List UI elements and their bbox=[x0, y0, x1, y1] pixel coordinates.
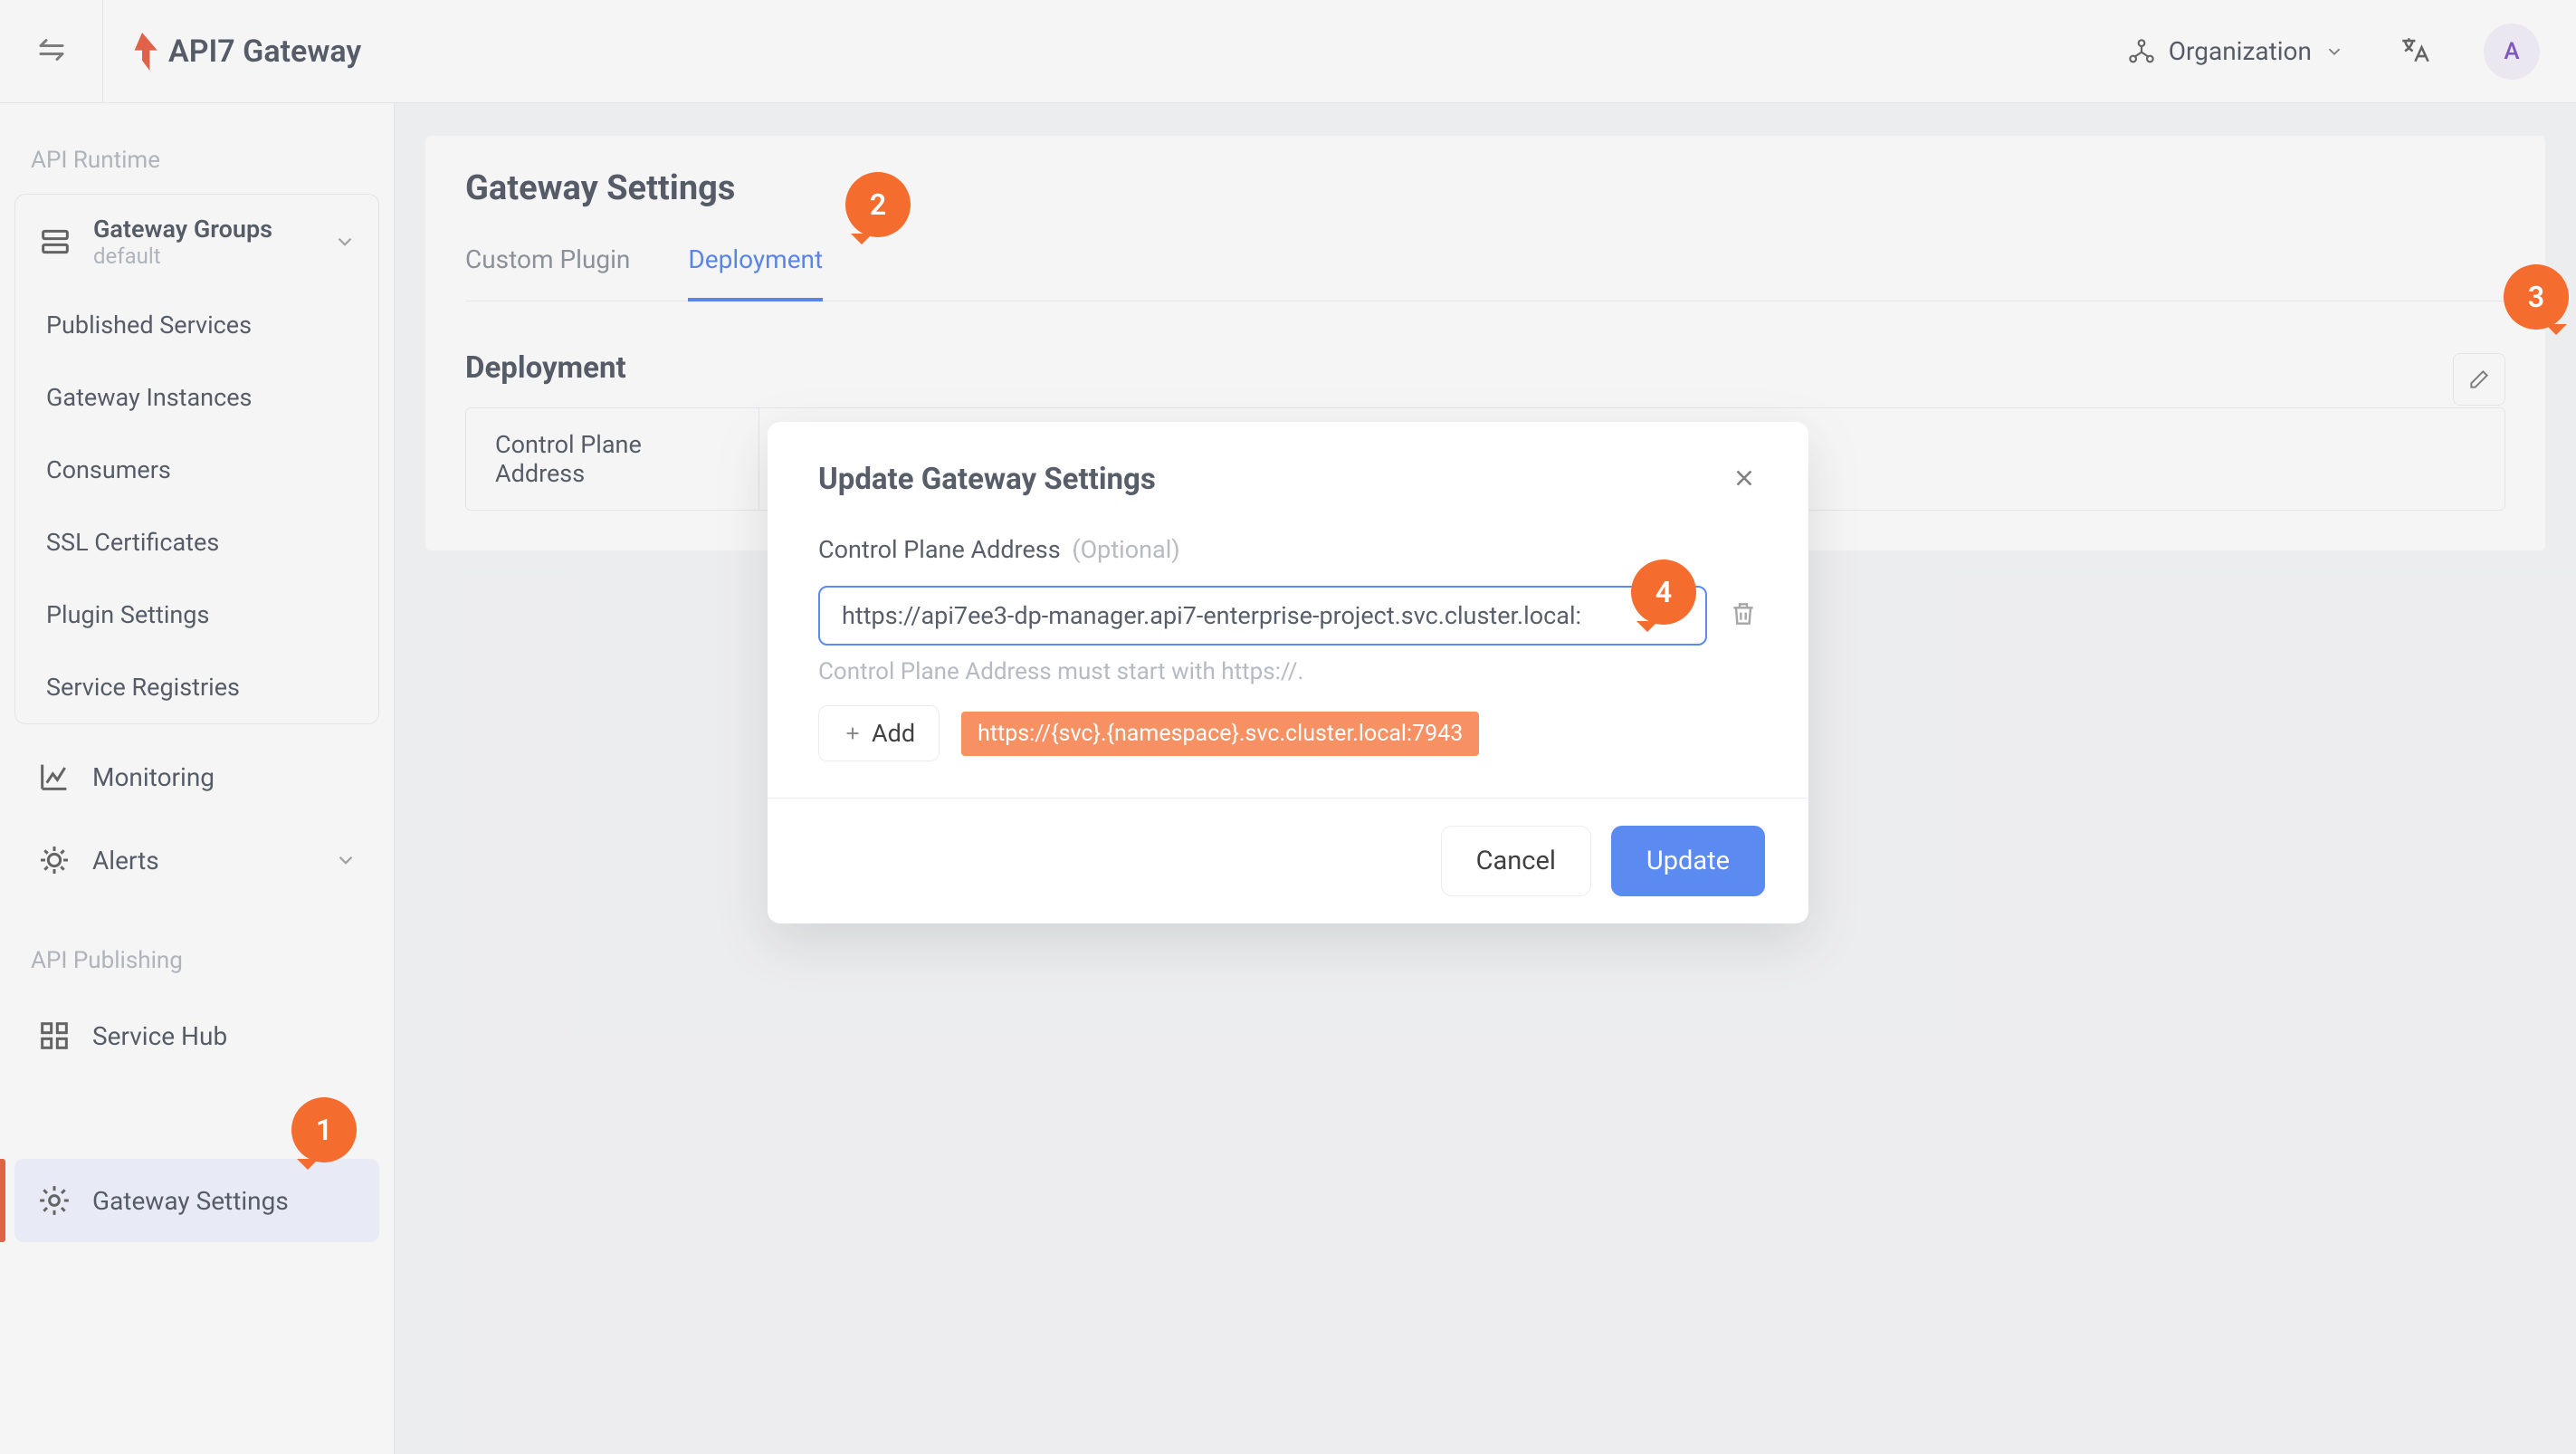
modal-overlay[interactable]: Update Gateway Settings Control Plane Ad… bbox=[0, 0, 2576, 1454]
annotation-bubble-2: 2 bbox=[845, 172, 911, 237]
control-plane-address-input[interactable] bbox=[818, 586, 1707, 646]
annotation-bubble-4: 4 bbox=[1631, 560, 1696, 625]
trash-icon bbox=[1729, 599, 1758, 628]
update-gateway-settings-modal: Update Gateway Settings Control Plane Ad… bbox=[768, 422, 1808, 923]
cancel-button[interactable]: Cancel bbox=[1441, 826, 1591, 896]
modal-title: Update Gateway Settings bbox=[818, 462, 1156, 497]
annotation-bubble-1: 1 bbox=[291, 1097, 357, 1162]
plus-icon bbox=[843, 723, 863, 743]
address-template-chip: https://{svc}.{namespace}.svc.cluster.lo… bbox=[961, 712, 1479, 756]
add-label: Add bbox=[872, 719, 915, 748]
field-label: Control Plane Address (Optional) bbox=[818, 535, 1758, 564]
field-label-text: Control Plane Address bbox=[818, 535, 1061, 564]
update-button[interactable]: Update bbox=[1611, 826, 1765, 896]
add-address-button[interactable]: Add bbox=[818, 705, 940, 761]
field-hint: Control Plane Address must start with ht… bbox=[818, 658, 1758, 685]
field-optional: (Optional) bbox=[1072, 535, 1179, 564]
close-icon bbox=[1731, 464, 1758, 492]
annotation-bubble-3: 3 bbox=[2504, 264, 2569, 330]
modal-close-button[interactable] bbox=[1731, 464, 1758, 495]
delete-address-button[interactable] bbox=[1729, 599, 1758, 632]
